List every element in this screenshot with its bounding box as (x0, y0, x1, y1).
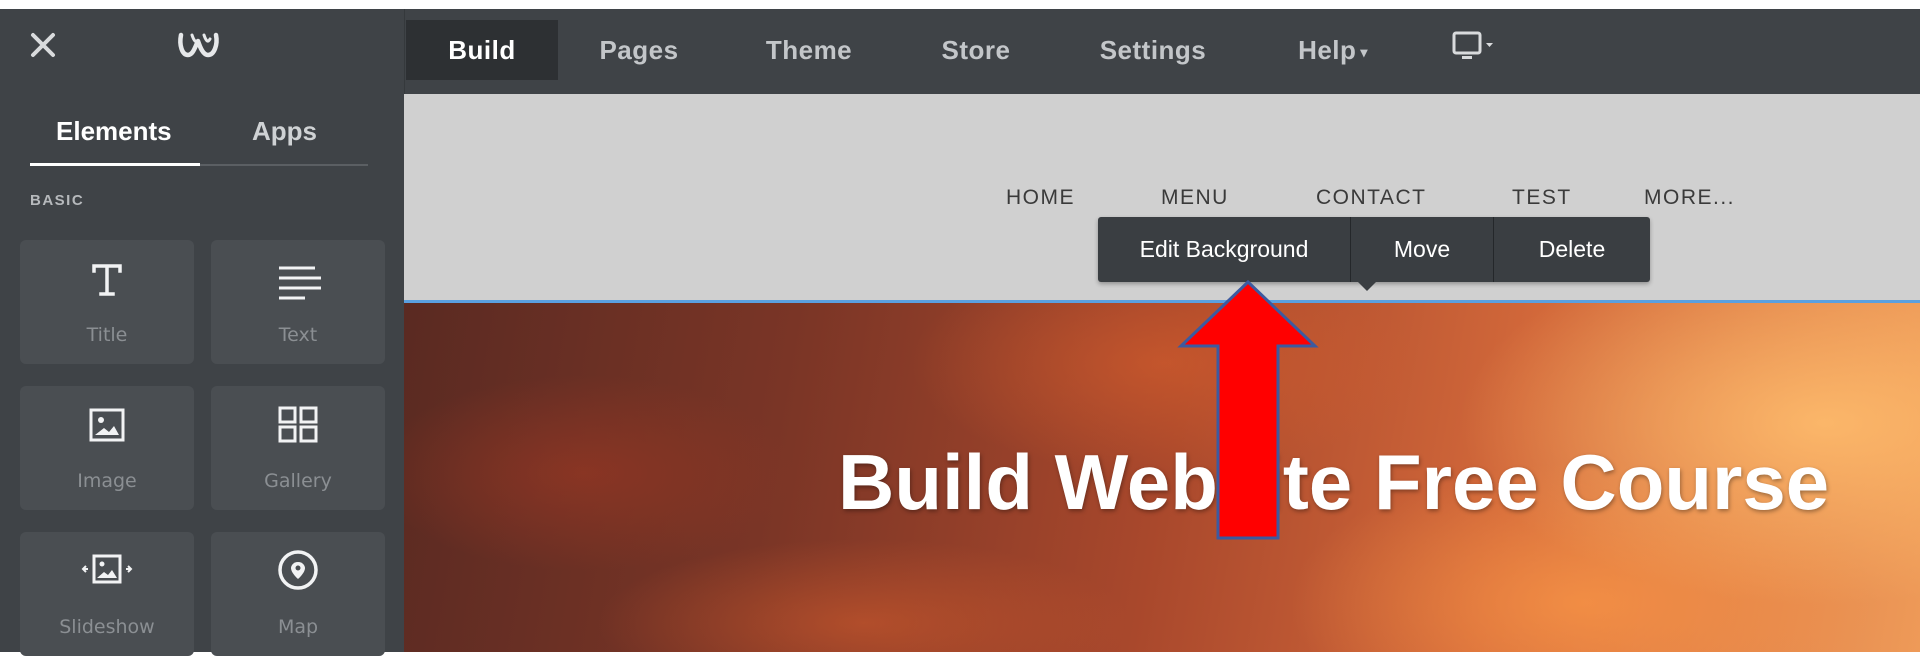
tab-help[interactable]: Help ▾ (1278, 20, 1388, 80)
chevron-down-icon: ▾ (1360, 44, 1368, 61)
element-tile-gallery[interactable]: Gallery (211, 386, 385, 510)
top-strip (0, 0, 1920, 9)
section-label-basic: BASIC (30, 192, 85, 209)
edit-background-button[interactable]: Edit Background (1098, 217, 1350, 282)
element-tile-image[interactable]: Image (20, 386, 194, 510)
hero-title[interactable]: Build Website Free Course (838, 437, 1829, 528)
tab-underline-active (30, 163, 200, 166)
map-pin-icon (278, 550, 318, 590)
element-tile-title[interactable]: Title (20, 240, 194, 364)
sidebar: Elements Apps BASIC Title Text Image Gal… (0, 94, 404, 656)
toolbar-pointer (1358, 282, 1376, 291)
header-toolbar: Edit Background Move Delete (1098, 217, 1650, 282)
tab-elements[interactable]: Elements (56, 116, 172, 147)
tab-settings[interactable]: Settings (1078, 20, 1228, 80)
tile-label: Map (277, 616, 319, 638)
site-nav-more[interactable]: MORE... (1644, 186, 1735, 210)
element-tile-slideshow[interactable]: Slideshow (20, 532, 194, 656)
weebly-w-logo[interactable] (176, 27, 226, 63)
site-nav-test[interactable]: TEST (1512, 186, 1572, 210)
site-nav-contact[interactable]: CONTACT (1316, 186, 1426, 210)
element-tile-text[interactable]: Text (211, 240, 385, 364)
tab-store[interactable]: Store (918, 20, 1034, 80)
gallery-icon (278, 406, 318, 443)
element-tile-map[interactable]: Map (211, 532, 385, 656)
tile-label: Gallery (264, 470, 332, 492)
site-nav-menu[interactable]: MENU (1161, 186, 1229, 210)
device-preview-icon[interactable] (1446, 29, 1506, 65)
title-icon (92, 264, 122, 296)
tile-label: Slideshow (59, 616, 155, 638)
tab-theme[interactable]: Theme (748, 20, 870, 80)
close-x-icon[interactable] (28, 30, 58, 60)
hero-banner[interactable]: Build Website Free Course (404, 303, 1920, 652)
tab-build[interactable]: Build (406, 20, 558, 80)
tile-label: Image (77, 470, 137, 492)
delete-button[interactable]: Delete (1494, 217, 1650, 282)
tab-apps[interactable]: Apps (252, 116, 317, 147)
tile-label: Title (86, 324, 128, 346)
move-button[interactable]: Move (1351, 217, 1493, 282)
slideshow-icon (81, 554, 133, 584)
image-icon (89, 408, 125, 442)
nav-separator (404, 9, 405, 94)
red-up-arrow-annotation (1177, 279, 1319, 540)
tab-pages[interactable]: Pages (578, 20, 700, 80)
text-icon (279, 266, 321, 300)
tile-label: Text (278, 324, 318, 346)
site-canvas: HOME MENU CONTACT TEST MORE... Build Web… (404, 94, 1920, 652)
site-nav-home[interactable]: HOME (1006, 186, 1075, 210)
tab-help-label: Help (1298, 35, 1357, 65)
